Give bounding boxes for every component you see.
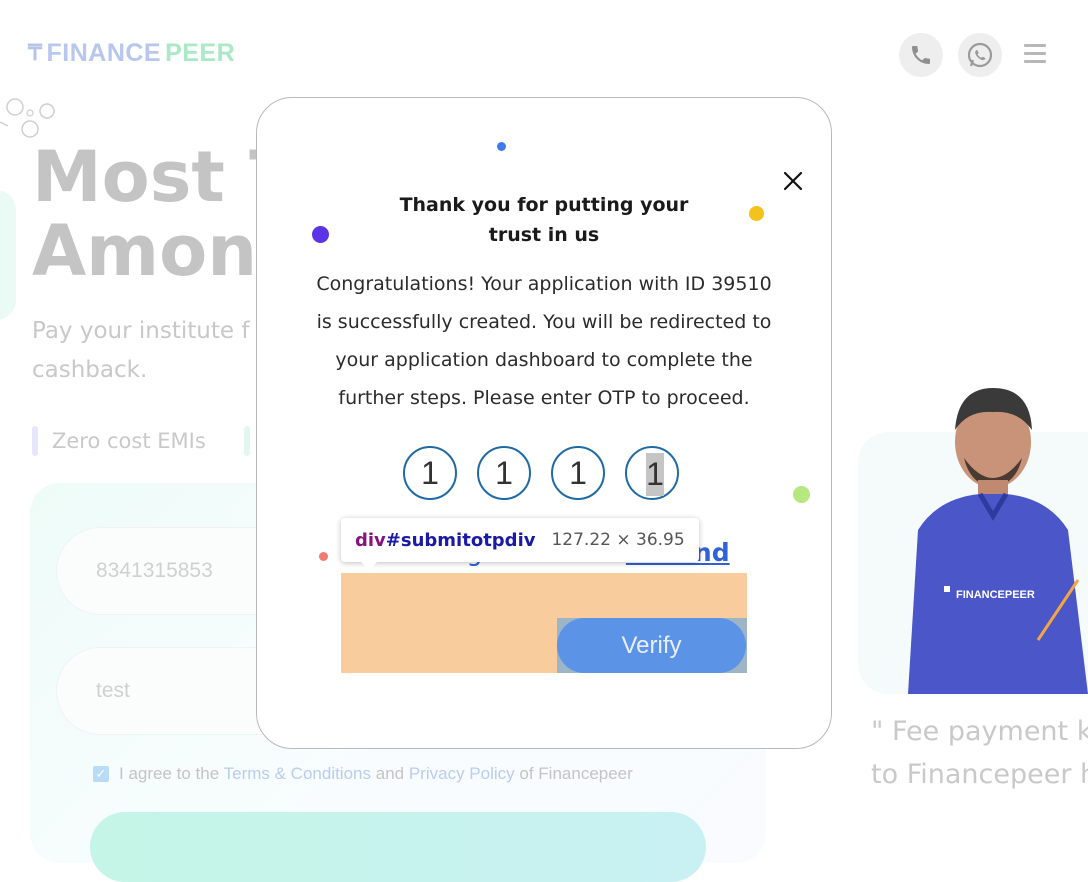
- confetti-dot: [793, 486, 810, 503]
- financepeer-logo[interactable]: ₸ FINANCE PEER: [28, 38, 235, 68]
- terms-link[interactable]: Terms & Conditions: [224, 764, 371, 783]
- agree-prefix: I agree to the: [119, 764, 220, 783]
- otp-digit-3[interactable]: [551, 446, 605, 500]
- agree-suffix: of Financepeer: [519, 764, 633, 783]
- confetti-dot: [312, 226, 329, 243]
- close-icon: [783, 171, 803, 191]
- modal-message: Congratulations! Your application with I…: [316, 273, 772, 409]
- feature-bar-2: [244, 426, 250, 456]
- feature-bar: [32, 426, 38, 456]
- testimonial-quote: " Fee payment k to Financepeer h: [871, 716, 1088, 790]
- whatsapp-button[interactable]: [958, 33, 1002, 77]
- close-modal-button[interactable]: [778, 166, 808, 196]
- modal-title: Thank you for putting your trust in us: [399, 194, 689, 246]
- agree-checkbox[interactable]: ✓: [93, 766, 109, 782]
- submit-application-button[interactable]: [90, 812, 706, 882]
- confetti-dot: [749, 206, 764, 221]
- feature-zero-cost-emi: Zero cost EMIs: [32, 426, 206, 456]
- tooltip-selector: div#submitotpdiv: [355, 530, 535, 551]
- brand-ambassador-image: FINANCEPEER: [908, 388, 1088, 694]
- otp-digit-2[interactable]: [477, 446, 531, 500]
- whatsapp-icon: [967, 42, 993, 68]
- confetti-dot: [319, 552, 328, 561]
- phone-icon: [912, 46, 930, 64]
- tooltip-size: 127.22 × 36.95: [551, 530, 685, 550]
- otp-digit-1[interactable]: [403, 446, 457, 500]
- otp-digit-4-selected-text: 1: [646, 453, 664, 496]
- feature-label: Zero cost EMIs: [52, 429, 206, 453]
- hero-subtitle: Pay your institute f cashback.: [32, 318, 250, 383]
- shirt-logo-text: FINANCEPEER: [956, 589, 1035, 601]
- tooltip-id: #submitotpdiv: [385, 529, 536, 551]
- logo-mark-icon: ₸: [28, 40, 43, 65]
- hamburger-menu-icon[interactable]: [1024, 44, 1046, 64]
- decorative-blob: [0, 190, 16, 320]
- devtools-element-tooltip: div#submitotpdiv 127.22 × 36.95: [341, 518, 699, 570]
- privacy-link[interactable]: Privacy Policy: [409, 764, 515, 783]
- agree-terms-row: ✓ I agree to the Terms & Conditions and …: [93, 764, 633, 784]
- logo-text-peer: PEER: [165, 38, 236, 67]
- agree-and: and: [375, 764, 405, 783]
- call-button[interactable]: [899, 33, 943, 77]
- logo-text-finance: FINANCE: [46, 38, 162, 67]
- confetti-dot: [497, 142, 506, 151]
- verify-button[interactable]: Verify: [557, 618, 746, 673]
- tooltip-tag: div: [355, 529, 386, 551]
